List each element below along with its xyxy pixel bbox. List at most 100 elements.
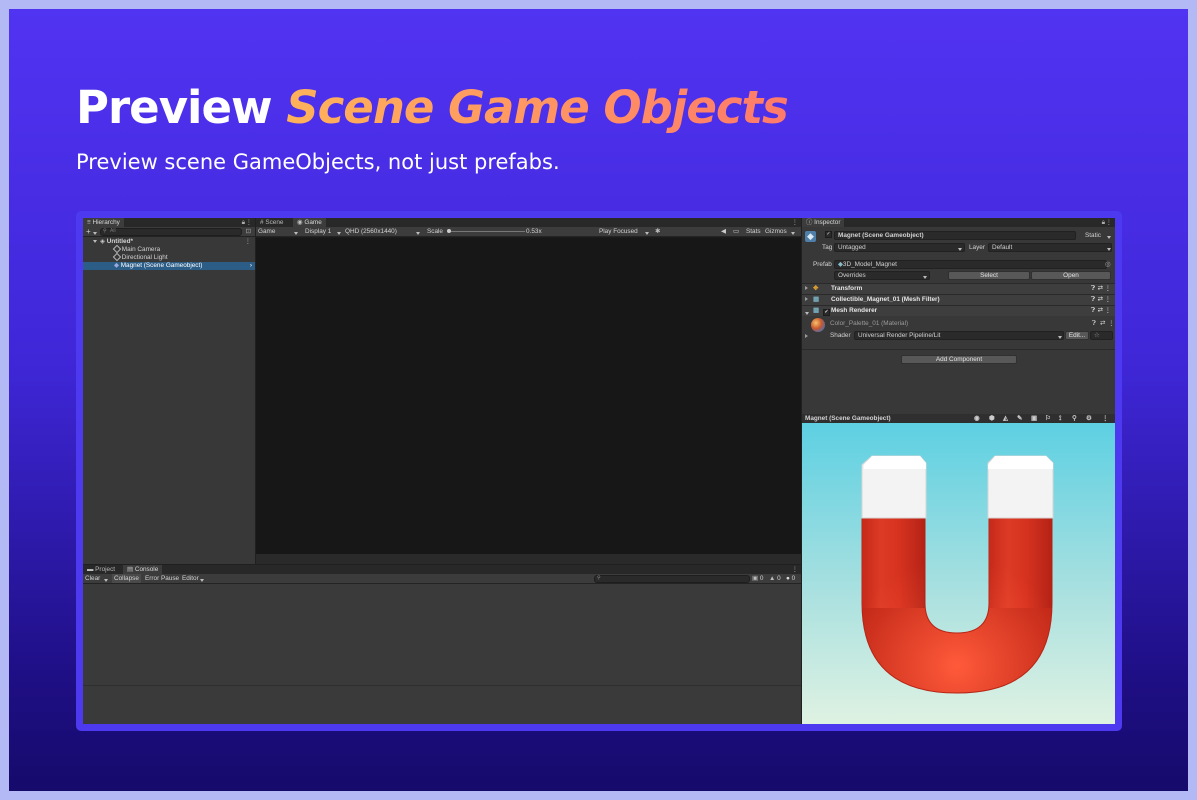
shader-favorite-dropdown[interactable]: ☆ bbox=[1090, 331, 1113, 340]
component-menu-icon[interactable]: ⋮ bbox=[1105, 284, 1111, 294]
console-log-area[interactable] bbox=[83, 584, 801, 724]
scale-slider[interactable] bbox=[447, 229, 525, 233]
cube-view-icon[interactable]: ⬢ bbox=[989, 414, 995, 423]
tab-game[interactable]: ◉ Game bbox=[293, 218, 326, 227]
more-options-icon[interactable]: ⋮ bbox=[1102, 414, 1108, 423]
display-label: Display 1 bbox=[305, 228, 332, 235]
layer-dropdown[interactable]: Default bbox=[988, 243, 1112, 252]
pin-icon[interactable]: ⚲ bbox=[1072, 414, 1077, 423]
material-name[interactable]: Color_Palette_01 (Material) bbox=[830, 319, 908, 328]
hierarchy-tabbar: ≡ Hierarchy 🔒︎ ⋮ bbox=[83, 218, 255, 227]
gizmos-button[interactable]: Gizmos bbox=[765, 227, 787, 236]
error-pause-button[interactable]: Error Pause bbox=[145, 574, 179, 583]
help-icon[interactable]: ❓︎ bbox=[1091, 284, 1095, 294]
overrides-dropdown[interactable]: Overrides bbox=[834, 271, 930, 280]
message-count-toggle[interactable]: ▲ 0 bbox=[769, 574, 781, 583]
collapse-button[interactable]: Collapse bbox=[112, 574, 141, 583]
gizmos-caret-icon[interactable] bbox=[791, 230, 795, 237]
speaker-icon[interactable]: ◀ bbox=[721, 227, 726, 236]
material-menu-icon[interactable]: ⋮ bbox=[1108, 319, 1114, 328]
help-icon[interactable]: ❓︎ bbox=[1091, 295, 1095, 305]
presets-icon[interactable]: ⇄ bbox=[1100, 319, 1105, 328]
component-mesh-renderer[interactable]: ▩ ✓ Mesh Renderer ❓︎ ⇄ ⋮ bbox=[802, 305, 1115, 316]
console-search-input[interactable]: ⚲ bbox=[594, 575, 750, 583]
resolution-dropdown[interactable]: QHD (2560x1440) bbox=[345, 227, 397, 236]
gameobject-icon bbox=[112, 253, 122, 262]
object-name-field[interactable]: Magnet (Scene Gameobject) bbox=[834, 231, 1076, 240]
gear-icon[interactable]: ⚙ bbox=[1086, 414, 1092, 423]
game-mode-dropdown[interactable]: Game bbox=[258, 227, 275, 236]
hierarchy-item-magnet[interactable]: ◆ Magnet (Scene Gameobject) › bbox=[83, 262, 255, 270]
stats-button[interactable]: Stats bbox=[746, 227, 761, 236]
component-menu-icon[interactable]: ⋮ bbox=[1105, 306, 1111, 316]
game-viewport[interactable] bbox=[256, 238, 801, 554]
more-options-icon[interactable]: ⋮ bbox=[1106, 218, 1112, 227]
expand-caret-icon[interactable] bbox=[93, 238, 97, 246]
component-transform[interactable]: ✥ Transform ❓︎ ⇄ ⋮ bbox=[802, 283, 1115, 294]
material-foldout-icon[interactable] bbox=[805, 333, 808, 340]
error-count-toggle[interactable]: ● 0 bbox=[786, 574, 795, 583]
play-focused-dropdown[interactable]: Play Focused bbox=[599, 227, 638, 236]
tab-hierarchy[interactable]: ≡ Hierarchy bbox=[83, 218, 124, 227]
gradient-icon[interactable]: ◭ bbox=[1003, 414, 1008, 423]
light-icon[interactable]: ✎ bbox=[1017, 414, 1022, 423]
tab-console[interactable]: ▤ Console bbox=[123, 565, 163, 574]
tab-project[interactable]: ▬ Project bbox=[83, 565, 120, 574]
scene-menu-icon[interactable]: ⋮ bbox=[245, 238, 251, 246]
editor-dropdown[interactable]: Editor bbox=[182, 574, 199, 583]
bug-icon[interactable]: ✱ bbox=[655, 227, 660, 236]
static-caret-icon[interactable] bbox=[1107, 234, 1111, 241]
camera-icon[interactable]: ▣ bbox=[1031, 414, 1037, 423]
open-button[interactable]: Open bbox=[1031, 271, 1111, 280]
keyboard-icon[interactable]: ▭ bbox=[733, 227, 739, 236]
warning-count-toggle[interactable]: ▣ 0 bbox=[752, 574, 763, 583]
tab-game-label: Game bbox=[304, 219, 322, 226]
clear-button[interactable]: Clear bbox=[85, 574, 100, 583]
lock-icon[interactable]: 🔒︎ bbox=[242, 218, 245, 227]
scene-row[interactable]: ◈ Untitled* ⋮ bbox=[83, 238, 255, 246]
clear-caret-icon[interactable] bbox=[104, 577, 108, 584]
prefab-asset-field[interactable]: ◆3D_Model_Magnet bbox=[834, 260, 1107, 269]
tab-inspector[interactable]: ⓘ Inspector bbox=[802, 218, 845, 227]
select-button[interactable]: Select bbox=[948, 271, 1030, 280]
tab-scene[interactable]: # Scene bbox=[256, 218, 288, 227]
add-component-button[interactable]: Add Component bbox=[901, 355, 1017, 364]
component-mesh-filter[interactable]: ▦ Collectible_Magnet_01 (Mesh Filter) ❓︎… bbox=[802, 294, 1115, 305]
editor-caret-icon[interactable] bbox=[200, 577, 204, 584]
add-dropdown-icon[interactable] bbox=[93, 230, 97, 237]
presets-icon[interactable]: ⇄ bbox=[1098, 284, 1103, 294]
hierarchy-item-directional-light[interactable]: Directional Light bbox=[83, 253, 255, 262]
preview-header[interactable]: Magnet (Scene Gameobject) ◉ ⬢ ◭ ✎ ▣ ⚐ ⟟ … bbox=[802, 414, 1115, 423]
shader-dropdown[interactable]: Universal Render Pipeline/Lit bbox=[854, 331, 1064, 340]
active-checkbox[interactable]: ✓ bbox=[825, 231, 832, 238]
game-scrollbar[interactable] bbox=[256, 554, 801, 564]
background-icon[interactable]: ⟟ bbox=[1059, 414, 1061, 423]
eye-icon[interactable]: ◉ bbox=[974, 414, 980, 423]
more-options-icon[interactable]: ⋮ bbox=[792, 565, 798, 574]
presets-icon[interactable]: ⇄ bbox=[1098, 306, 1103, 316]
foldout-icon[interactable] bbox=[805, 284, 808, 294]
hierarchy-search-input[interactable]: ⚲ All bbox=[100, 228, 242, 236]
add-icon[interactable]: + bbox=[86, 227, 91, 236]
help-icon[interactable]: ❓︎ bbox=[1091, 306, 1095, 316]
more-options-icon[interactable]: ⋮ bbox=[246, 218, 252, 227]
scale-slider-thumb[interactable] bbox=[447, 229, 451, 233]
static-toggle[interactable]: Static bbox=[1085, 231, 1101, 240]
component-menu-icon[interactable]: ⋮ bbox=[1105, 295, 1111, 305]
enabled-checkbox[interactable]: ✓ bbox=[823, 308, 830, 318]
help-icon[interactable]: ❓︎ bbox=[1092, 319, 1096, 328]
presets-icon[interactable]: ⇄ bbox=[1098, 295, 1103, 305]
hierarchy-item-main-camera[interactable]: Main Camera bbox=[83, 245, 255, 254]
edit-shader-button[interactable]: Edit... bbox=[1065, 331, 1089, 340]
more-options-icon[interactable]: ⋮ bbox=[792, 218, 798, 227]
prefab-open-icon[interactable]: › bbox=[250, 262, 252, 270]
display-dropdown[interactable]: Display 1 bbox=[305, 227, 331, 236]
preview-viewport[interactable] bbox=[802, 423, 1115, 724]
object-picker-icon[interactable]: ◎ bbox=[1105, 260, 1111, 269]
foldout-open-icon[interactable] bbox=[805, 309, 809, 319]
filter-icon[interactable]: ⊡ bbox=[246, 227, 251, 236]
foldout-icon[interactable] bbox=[805, 295, 808, 305]
shadow-icon[interactable]: ⚐ bbox=[1045, 414, 1051, 423]
lock-icon[interactable]: 🔒︎ bbox=[1102, 218, 1105, 227]
tag-dropdown[interactable]: Untagged bbox=[834, 243, 965, 252]
